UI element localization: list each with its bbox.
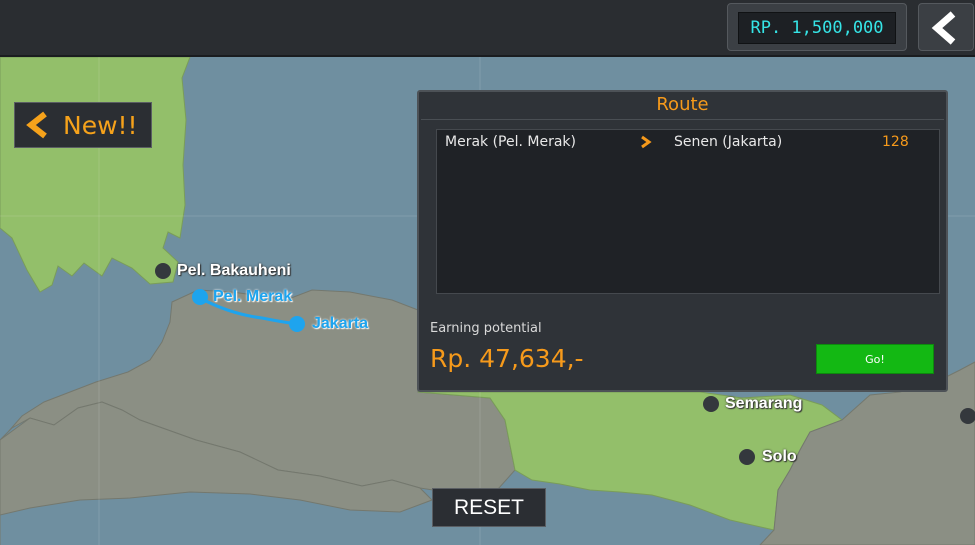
- reset-button[interactable]: RESET: [432, 488, 546, 527]
- earning-value: Rp. 47,634,-: [430, 344, 584, 373]
- city-label-semarang: Semarang: [725, 395, 803, 412]
- chevron-left-icon: [931, 11, 956, 45]
- new-button-label: New!!: [63, 110, 138, 140]
- divider: [421, 119, 944, 120]
- route-panel-title: Route: [656, 94, 709, 115]
- earning-label: Earning potential: [430, 321, 542, 336]
- chevron-right-icon: [641, 135, 652, 149]
- money-value: RP. 1,500,000: [738, 12, 896, 44]
- money-display: RP. 1,500,000: [727, 3, 907, 51]
- route-distance: 128: [882, 134, 909, 150]
- city-label-pel-merak: Pel. Merak: [213, 288, 293, 305]
- city-dot-semarang[interactable]: [703, 396, 719, 412]
- sumatra-land: [0, 57, 191, 293]
- chevron-left-icon: [26, 111, 47, 139]
- go-button[interactable]: Go!: [816, 344, 934, 374]
- back-button[interactable]: [918, 3, 974, 51]
- city-label-solo: Solo: [762, 448, 797, 465]
- new-button[interactable]: New!!: [14, 102, 152, 148]
- city-label-pel-bakauheni: Pel. Bakauheni: [177, 262, 291, 279]
- city-dot-pel-bakauheni[interactable]: [155, 263, 171, 279]
- city-dot-pel-merak[interactable]: [192, 289, 208, 305]
- route-list[interactable]: Merak (Pel. Merak) Senen (Jakarta) 128: [436, 129, 940, 294]
- city-dot-jakarta[interactable]: [289, 316, 305, 332]
- route-from: Merak (Pel. Merak): [445, 134, 576, 150]
- route-row[interactable]: Merak (Pel. Merak) Senen (Jakarta) 128: [437, 130, 939, 154]
- route-panel: Route Merak (Pel. Merak) Senen (Jakarta)…: [417, 90, 948, 392]
- city-label-jakarta: Jakarta: [312, 315, 369, 332]
- top-bar: RP. 1,500,000: [0, 0, 975, 57]
- route-to: Senen (Jakarta): [674, 134, 783, 150]
- city-dot-solo[interactable]: [739, 449, 755, 465]
